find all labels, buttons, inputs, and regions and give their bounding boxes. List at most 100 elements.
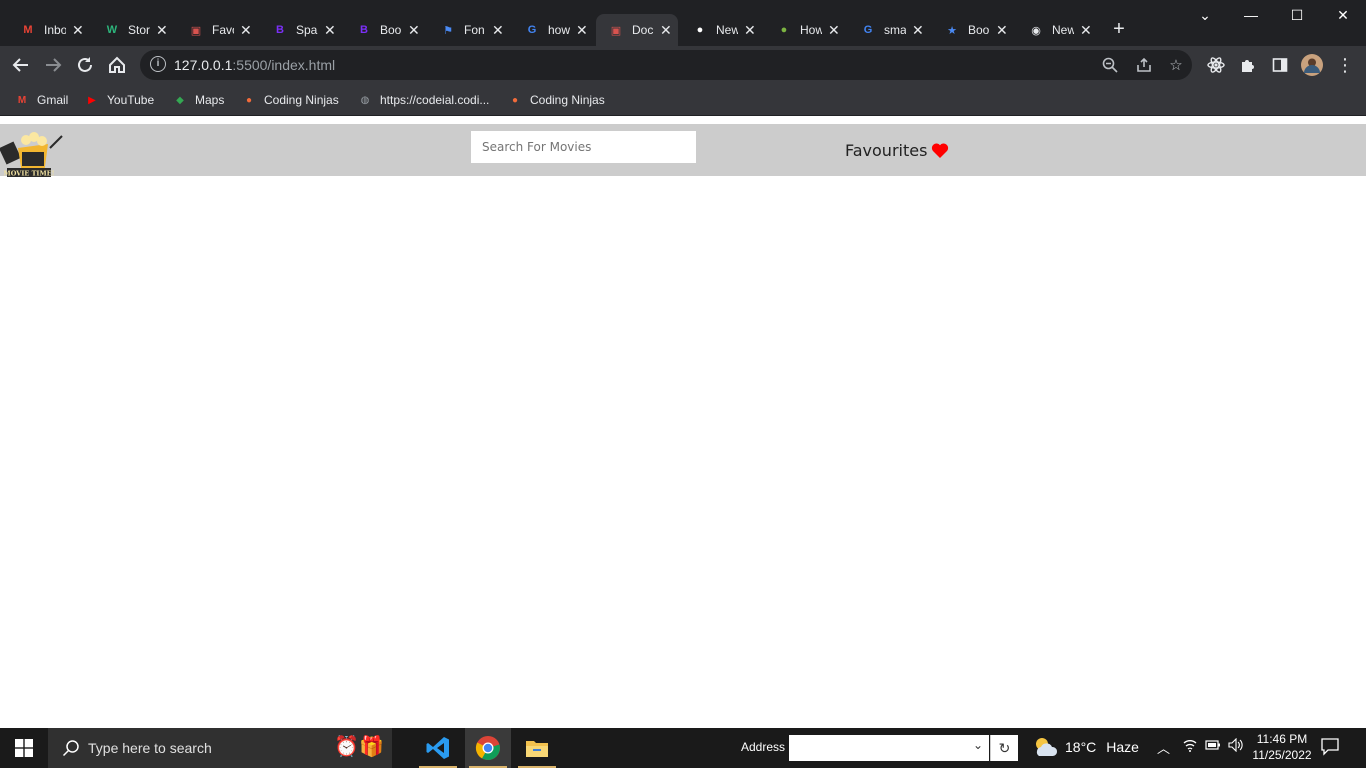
volume-icon[interactable] — [1228, 737, 1244, 755]
zoom-icon[interactable] — [1100, 55, 1120, 75]
address-bar[interactable]: i 127.0.0.1:5500/index.html ☆ — [140, 50, 1192, 80]
close-tab-icon[interactable]: ✕ — [660, 22, 672, 39]
site-info-icon[interactable]: i — [150, 56, 166, 72]
coding-ninjas-icon: ● — [245, 94, 253, 106]
browser-tab[interactable]: ★ Boo ✕ — [932, 14, 1014, 46]
close-tab-icon[interactable]: ✕ — [576, 22, 588, 39]
site-navbar: MOVIE TIME! Favourites — [0, 124, 1366, 178]
bookmark-label: Coding Ninjas — [530, 93, 605, 107]
browser-tab[interactable]: ● How ✕ — [764, 14, 846, 46]
battery-icon[interactable] — [1205, 738, 1221, 755]
favourites-link[interactable]: Favourites — [845, 141, 949, 160]
vscode-icon — [426, 737, 449, 759]
browser-tab[interactable]: ▣ Doc ✕ — [596, 14, 678, 46]
tab-title: New — [1052, 23, 1074, 37]
address-toolbar-input[interactable]: ⌄ — [789, 735, 989, 761]
close-tab-icon[interactable]: ✕ — [408, 22, 420, 39]
show-hidden-icons-chevron-icon[interactable]: ︿ — [1157, 738, 1170, 757]
reload-button[interactable] — [72, 52, 98, 78]
browser-tab[interactable]: W Stor ✕ — [92, 14, 174, 46]
forward-arrow-icon — [46, 58, 62, 72]
cloud-moon-icon — [1036, 738, 1058, 756]
chrome-icon — [475, 736, 500, 760]
bookmark-star-icon[interactable]: ☆ — [1166, 55, 1186, 75]
wix-icon: W — [106, 24, 118, 36]
tab-title: Spa — [296, 23, 318, 37]
browser-tab[interactable]: ⚑ Fon ✕ — [428, 14, 510, 46]
system-clock[interactable]: 11:46 PM 11/25/2022 — [1250, 731, 1314, 763]
back-button[interactable] — [8, 52, 34, 78]
google-icon: G — [863, 24, 873, 36]
bookmark-item[interactable]: ● Coding Ninjas — [507, 90, 605, 110]
wifi-icon[interactable] — [1183, 738, 1197, 755]
minimize-button[interactable]: — — [1228, 0, 1274, 30]
site-icon: ● — [780, 24, 788, 36]
bookmark-item[interactable]: ◍ https://codeial.codi... — [357, 90, 490, 110]
bookmark-label: Maps — [195, 93, 225, 107]
taskbar-chrome[interactable] — [465, 728, 511, 768]
browser-tab[interactable]: B Spa ✕ — [260, 14, 342, 46]
close-tab-icon[interactable]: ✕ — [324, 22, 336, 39]
browser-tab[interactable]: M Inbox ✕ — [8, 14, 90, 46]
youtube-icon: ▶ — [88, 94, 96, 106]
weather-temperature: 18°C — [1065, 739, 1097, 755]
clock-time: 11:46 PM — [1256, 732, 1308, 746]
close-tab-icon[interactable]: ✕ — [912, 22, 924, 39]
weather-widget[interactable]: 18°C Haze — [1033, 736, 1139, 758]
close-tab-icon[interactable]: ✕ — [156, 22, 168, 39]
close-tab-icon[interactable]: ✕ — [996, 22, 1008, 39]
home-button[interactable] — [104, 52, 130, 78]
close-tab-icon[interactable]: ✕ — [744, 22, 756, 39]
bookmark-item[interactable]: ◆ Maps — [172, 90, 224, 110]
taskbar-search-box[interactable]: Type here to search ⏰🎁 — [48, 728, 392, 768]
start-button[interactable] — [0, 728, 48, 768]
profile-avatar[interactable] — [1299, 52, 1325, 78]
clock-date: 11/25/2022 — [1252, 748, 1312, 762]
notification-center-button[interactable] — [1320, 736, 1346, 760]
taskbar-file-explorer[interactable] — [514, 728, 560, 768]
close-tab-icon[interactable]: ✕ — [240, 22, 252, 39]
back-arrow-icon — [12, 58, 28, 72]
search-highlight-icon[interactable]: ⏰🎁 — [334, 734, 384, 759]
browser-tab[interactable]: Ghow ✕ — [512, 14, 594, 46]
movie-search-input[interactable] — [471, 131, 696, 163]
extensions-puzzle-icon[interactable] — [1235, 52, 1261, 78]
close-tab-icon[interactable]: ✕ — [492, 22, 504, 39]
browser-tab[interactable]: ◉ New ✕ — [1016, 14, 1098, 46]
folder-icon — [526, 741, 548, 757]
side-panel-icon[interactable] — [1267, 52, 1293, 78]
taskbar-vscode[interactable] — [415, 728, 461, 768]
tab-title: Boo — [380, 23, 402, 37]
notification-icon — [1321, 738, 1339, 756]
browser-tab[interactable]: ● New ✕ — [680, 14, 762, 46]
react-devtools-extension-icon[interactable] — [1203, 52, 1229, 78]
bookmark-item[interactable]: M Gmail — [14, 90, 69, 110]
google-icon: G — [527, 24, 537, 36]
close-window-button[interactable]: ✕ — [1320, 0, 1366, 30]
forward-button[interactable] — [40, 52, 66, 78]
share-icon[interactable] — [1134, 55, 1154, 75]
chrome-menu-icon[interactable]: ⋮ — [1332, 52, 1358, 78]
movie-time-logo[interactable]: MOVIE TIME! — [0, 128, 64, 180]
new-tab-button[interactable]: + — [1108, 18, 1130, 40]
close-tab-icon[interactable]: ✕ — [1080, 22, 1092, 39]
tab-strip: MInbox✕WStor✕▣Favo✕BSpa✕BBoo✕⚑Fon✕Ghow✕▣… — [0, 0, 1366, 46]
close-tab-icon[interactable]: ✕ — [72, 22, 84, 39]
chevron-down-icon[interactable]: ⌄ — [973, 738, 983, 752]
reload-icon — [78, 57, 92, 72]
tab-search-button[interactable]: ⌄ — [1182, 0, 1228, 30]
github-icon: ● — [696, 24, 704, 36]
bookmark-item[interactable]: ● Coding Ninjas — [241, 90, 339, 110]
url-text[interactable]: 127.0.0.1:5500/index.html — [174, 57, 335, 73]
windows-logo-icon — [15, 739, 33, 757]
browser-tab[interactable]: Gsma ✕ — [848, 14, 930, 46]
address-go-button[interactable]: ↻ — [990, 735, 1018, 761]
windows-taskbar: Type here to search ⏰🎁 Address ⌄ ↻ 18°C … — [0, 728, 1366, 768]
gmail-icon: M — [17, 94, 27, 106]
close-tab-icon[interactable]: ✕ — [828, 22, 840, 39]
browser-tab[interactable]: ▣ Favo ✕ — [176, 14, 258, 46]
bookmark-item[interactable]: ▶ YouTube — [84, 90, 154, 110]
browser-tab[interactable]: B Boo ✕ — [344, 14, 426, 46]
movie-app-icon: ▣ — [190, 24, 202, 37]
maximize-button[interactable]: ☐ — [1274, 0, 1320, 30]
